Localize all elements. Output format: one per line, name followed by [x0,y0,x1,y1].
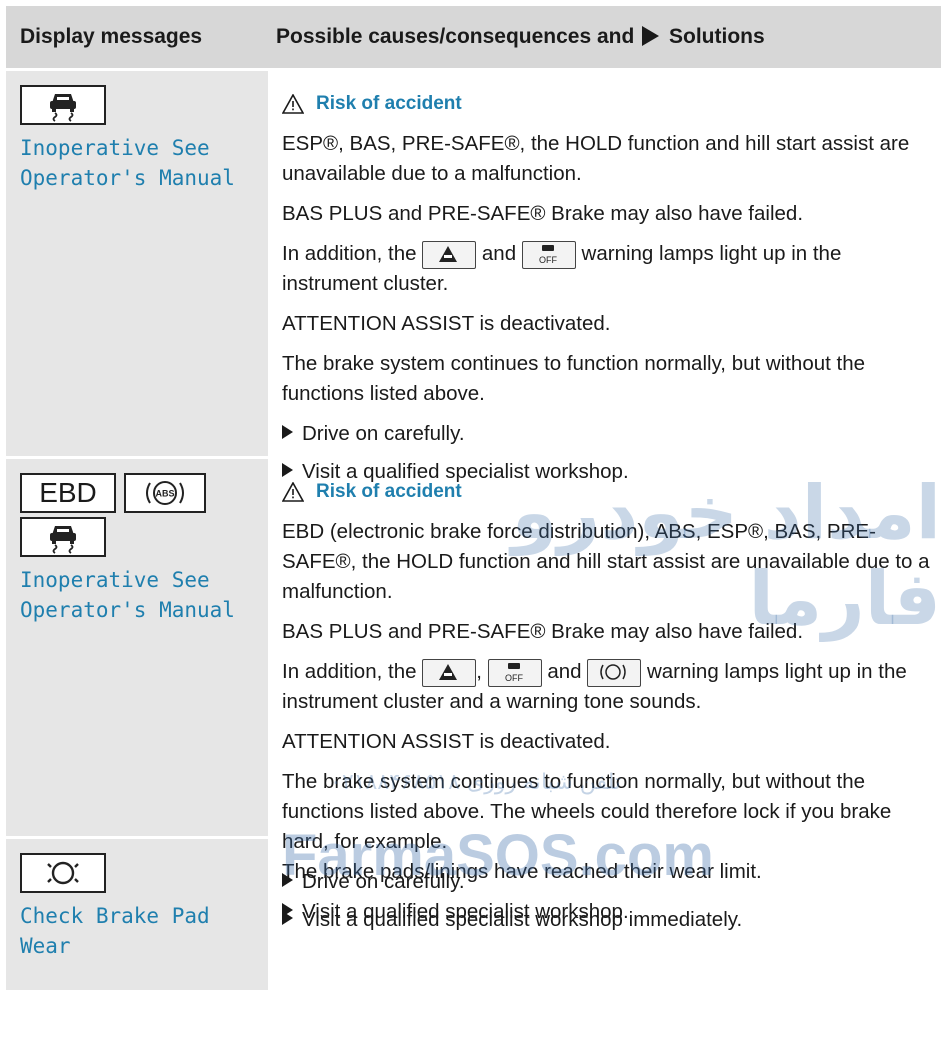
action-item: Drive on carefully. [282,419,935,449]
bullet-arrow-icon [282,903,293,917]
esp-off-lamp-icon: OFF [521,241,576,269]
risk-warning: Risk of accident [282,477,935,507]
abs-icon-text: ABS [155,489,174,499]
paragraph: ESP®, BAS, PRE-SAFE®, the HOLD function … [282,132,910,185]
brake-pad-wear-icon [20,853,106,893]
brake-warning-lamp-icon [422,659,477,687]
abs-lamp-icon [587,659,642,687]
risk-warning-text: Risk of accident [316,93,462,114]
display-message-label: Inoperative See Operator's Manual [20,136,235,190]
header-solutions-text: Solutions [669,25,765,48]
table-row: Check Brake Pad Wear The brake pads/lini… [6,836,941,990]
header-causes: Possible causes/consequences and Solutio… [268,25,941,49]
brake-warning-lamp-icon [422,241,477,269]
skid-car-icon [20,85,106,125]
skid-car-icon [20,517,106,557]
warning-triangle-icon [282,94,304,114]
table-header: Display messages Possible causes/consequ… [6,6,941,68]
risk-warning: Risk of accident [282,89,935,119]
table-row: Inoperative See Operator's Manual Risk o… [6,68,941,483]
text: In addition, the [282,242,417,265]
warning-triangle-icon [282,482,304,502]
paragraph: ATTENTION ASSIST is deactivated. [282,312,611,335]
display-message-cell: Inoperative See Operator's Manual [6,71,268,456]
text: and [481,242,517,265]
text: In addition, the [282,660,417,683]
svg-text:OFF: OFF [539,255,557,265]
bullet-arrow-icon [282,425,293,439]
solution-cell: The brake pads/linings have reached thei… [268,839,941,990]
table-row: EBD ABS Inoperative See Operator's Manual… [6,456,941,931]
display-message-label: Check Brake Pad Wear [20,904,210,958]
paragraph: BAS PLUS and PRE-SAFE® Brake may also ha… [282,620,804,643]
arrow-right-icon [642,26,660,46]
paragraph: EBD (electronic brake force distribution… [282,520,930,603]
display-message-label: Inoperative See Operator's Manual [20,568,235,622]
action-text: Drive on carefully. [302,422,465,445]
display-message-cell: Check Brake Pad Wear [6,839,268,990]
text: and [547,660,582,683]
esp-off-lamp-icon: OFF [487,659,542,687]
message-table: Display messages Possible causes/consequ… [6,6,941,990]
action-text: Visit a qualified specialist workshop. [302,900,629,923]
action-item: Visit a qualified specialist workshop. [282,897,935,927]
solution-cell: Risk of accident EBD (electronic brake f… [268,459,941,931]
risk-warning-text: Risk of accident [316,481,462,502]
paragraph-lamps: In addition, the , OFF and warning lamps… [282,657,935,717]
solution-cell: Risk of accident ESP®, BAS, PRE-SAFE®, t… [268,71,941,483]
paragraph: ATTENTION ASSIST is deactivated. [282,730,611,753]
text: , [476,660,482,683]
paragraph: The brake pads/linings have reached thei… [282,860,762,883]
ebd-indicator: EBD [20,473,116,513]
paragraph: The brake system continues to function n… [282,352,866,405]
paragraph: BAS PLUS and PRE-SAFE® Brake may also ha… [282,202,804,225]
header-display-messages: Display messages [20,25,203,48]
display-message-cell: EBD ABS Inoperative See Operator's Manual [6,459,268,836]
paragraph-lamps: In addition, the and OFF warning lamps l… [282,239,935,299]
icon-group: EBD ABS [20,473,256,513]
svg-text:OFF: OFF [505,673,523,683]
header-causes-text: Possible causes/consequences and [276,25,635,48]
abs-icon: ABS [124,473,206,513]
